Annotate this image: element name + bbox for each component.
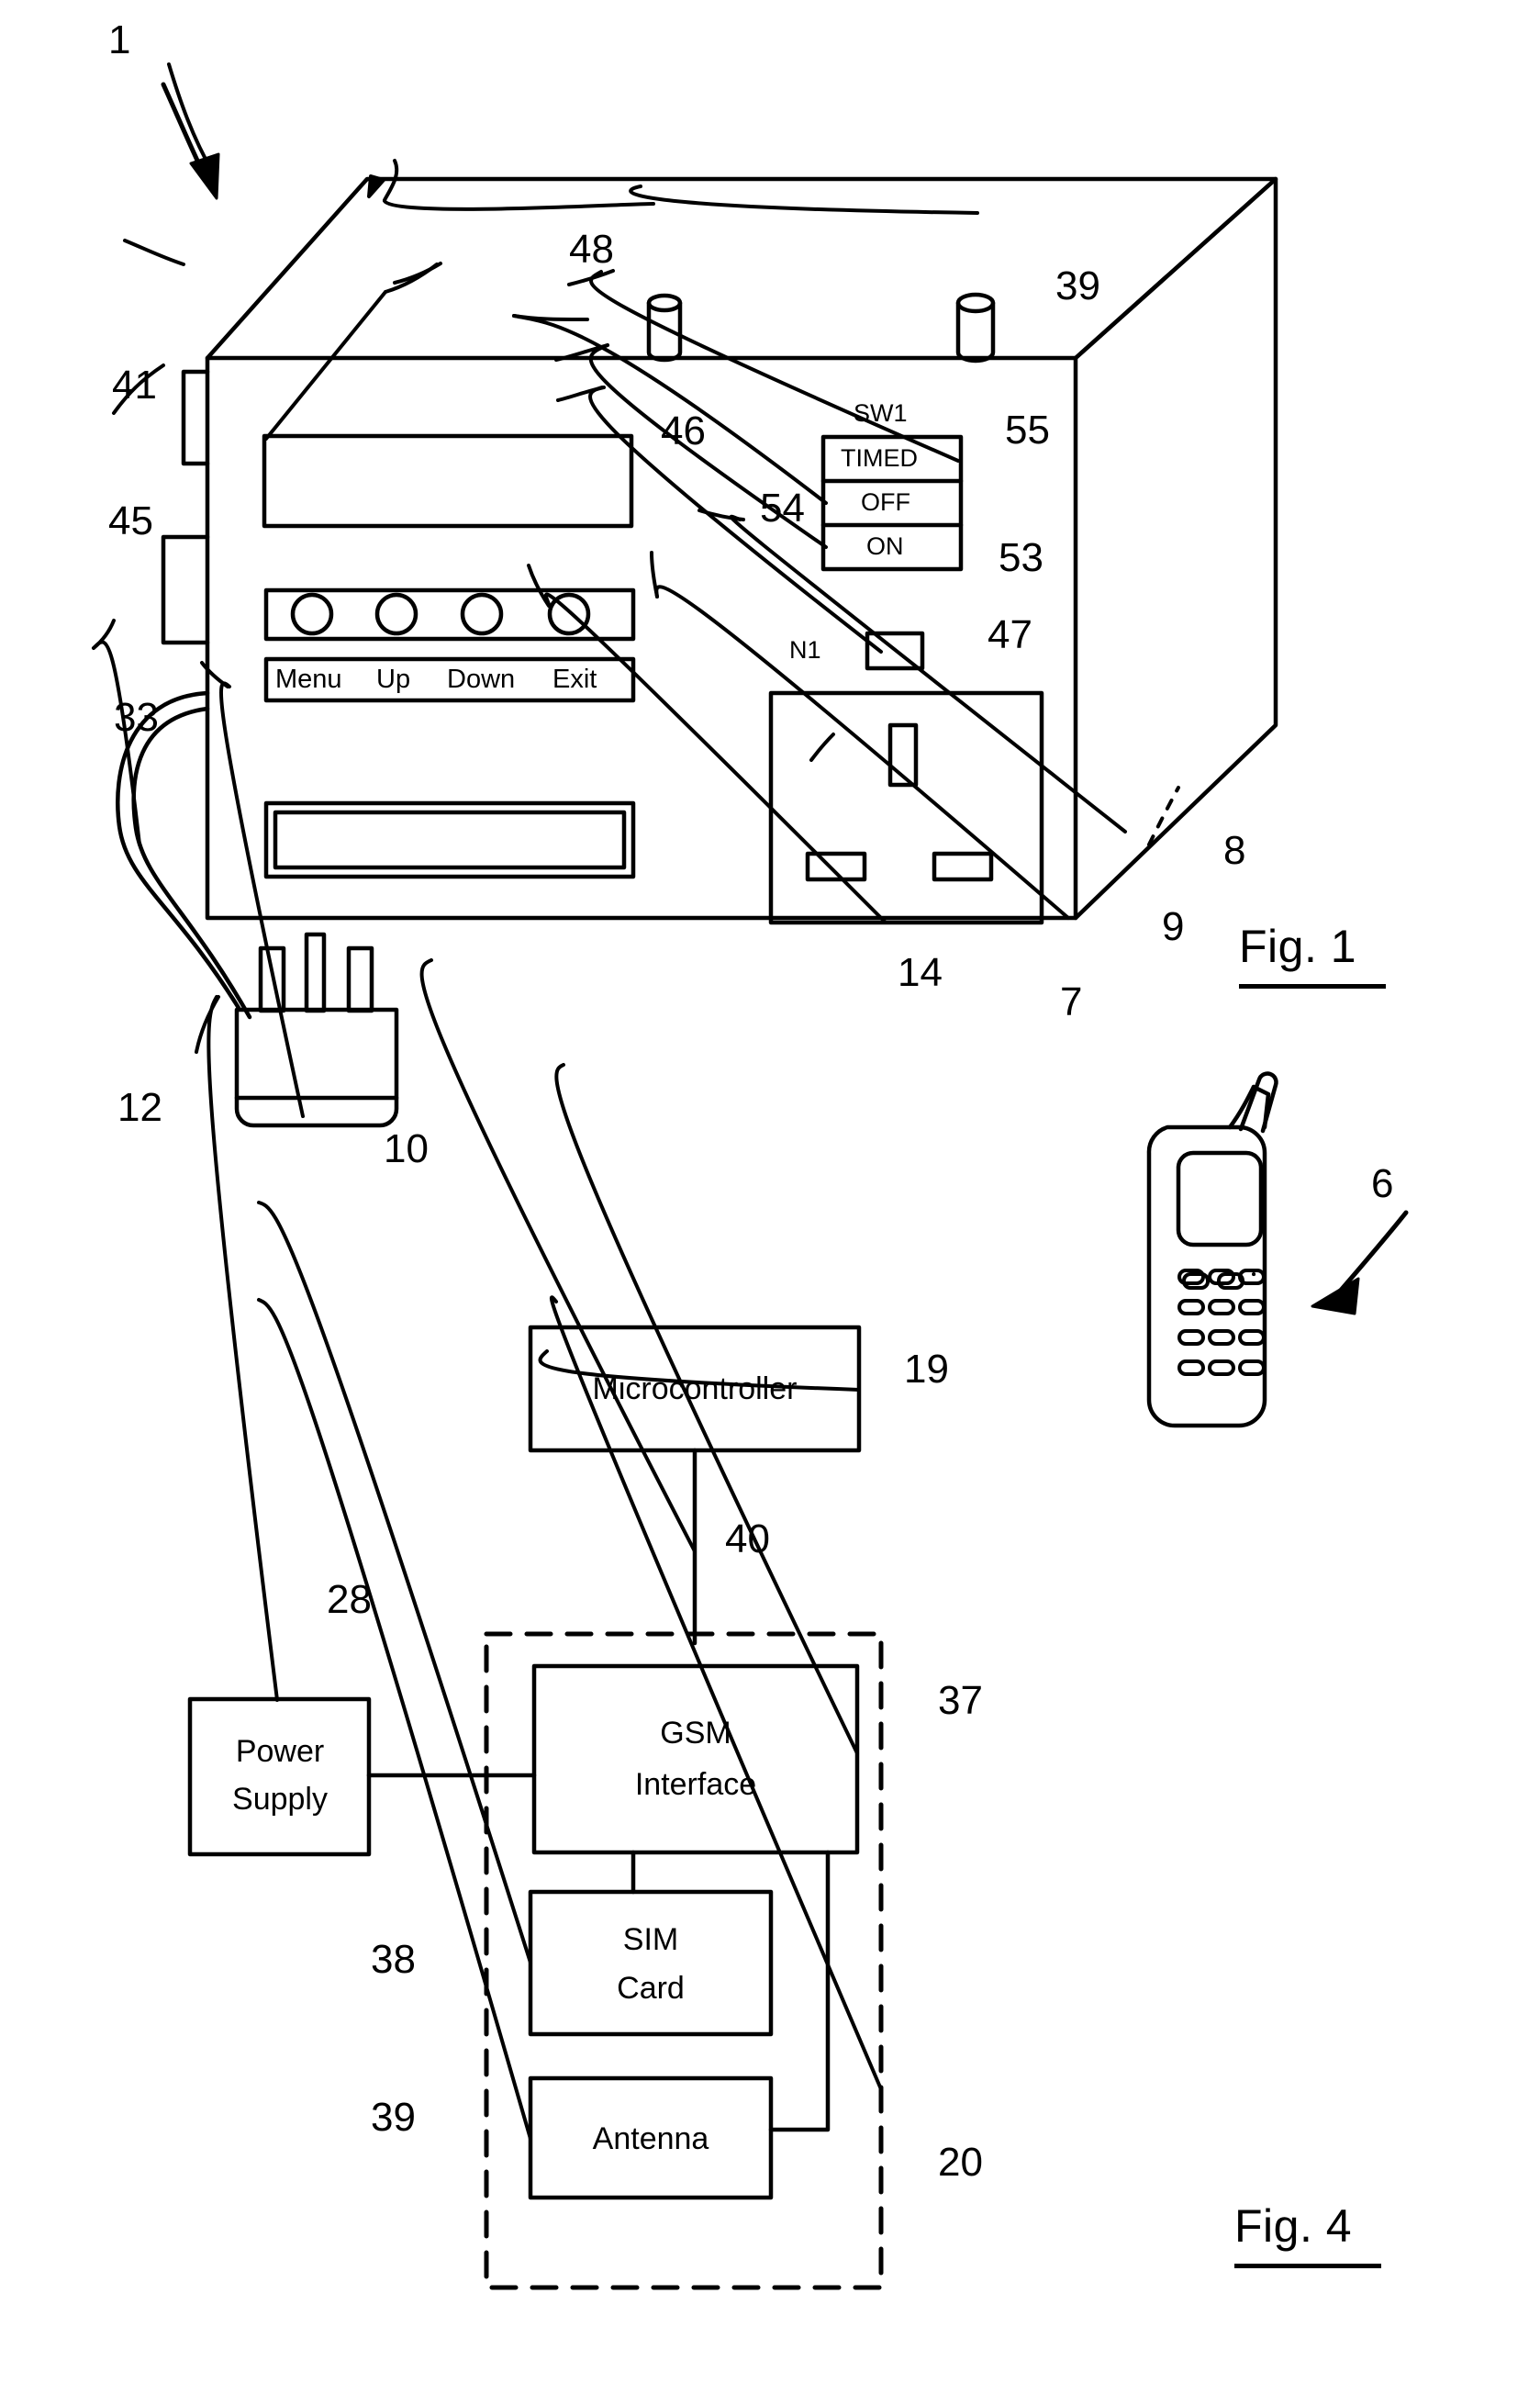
mains-cable bbox=[116, 690, 252, 1020]
keypad-key bbox=[1238, 1359, 1266, 1376]
ref-numeral-12: 12 bbox=[117, 1085, 162, 1130]
leader-lines-fig4 bbox=[195, 958, 883, 2141]
ref-numeral-7: 7 bbox=[1060, 979, 1083, 1024]
keypad-key bbox=[1208, 1359, 1235, 1376]
keypad-key bbox=[1208, 1269, 1235, 1285]
ref-numeral-39-block: 39 bbox=[371, 2095, 416, 2140]
ref-numeral-41: 41 bbox=[112, 363, 157, 408]
keypad-key bbox=[1238, 1299, 1266, 1315]
switch-position-on: ON bbox=[866, 532, 904, 560]
ref-numeral-38: 38 bbox=[371, 1937, 416, 1982]
keypad-key bbox=[1238, 1269, 1266, 1285]
figure-caption-fig1: Fig. 1 bbox=[1239, 921, 1357, 972]
housing-side-tab-upper bbox=[181, 369, 210, 466]
ref-numeral-47: 47 bbox=[988, 612, 1032, 657]
housing-side-tab-lower bbox=[161, 534, 210, 645]
block-label-gsm-interface-line1: GSM bbox=[660, 1716, 731, 1751]
block-label-sim-card-line2: Card bbox=[617, 1971, 685, 2006]
keypad-key bbox=[1208, 1299, 1235, 1315]
ref-numeral-54: 54 bbox=[760, 486, 805, 531]
switch-position-off: OFF bbox=[861, 488, 910, 516]
button-label-menu: Menu bbox=[275, 665, 342, 694]
keypad-key bbox=[1238, 1329, 1266, 1346]
block-gsm-interface bbox=[531, 1663, 860, 1855]
lower-display-outline bbox=[263, 800, 636, 879]
ref-numeral-48: 48 bbox=[569, 227, 614, 272]
block-label-gsm-interface-line2: Interface bbox=[634, 1767, 757, 1802]
mains-socket-body bbox=[768, 690, 1044, 925]
figure-caption-fig4: Fig. 4 bbox=[1234, 2200, 1353, 2252]
ref-numeral-19: 19 bbox=[904, 1347, 949, 1392]
mobile-phone-keypad-grid bbox=[1177, 1269, 1266, 1397]
aerial-stub-39 bbox=[955, 292, 996, 364]
block-label-power-supply-line1: Power bbox=[235, 1734, 325, 1769]
ref-numeral-40: 40 bbox=[725, 1516, 770, 1561]
ref-numeral-55: 55 bbox=[1005, 408, 1050, 453]
block-label-power-supply-line2: Supply bbox=[232, 1782, 328, 1817]
button-label-down: Down bbox=[447, 665, 516, 694]
ref-numeral-20: 20 bbox=[938, 2140, 983, 2185]
keypad-key bbox=[1177, 1359, 1205, 1376]
ref-numeral-28: 28 bbox=[327, 1577, 372, 1622]
block-label-microcontroller: Microcontroller bbox=[592, 1371, 798, 1406]
mobile-phone-screen bbox=[1176, 1150, 1264, 1247]
block-sim-card bbox=[528, 1889, 774, 2037]
ref-numeral-1: 1 bbox=[108, 17, 131, 62]
keypad-key bbox=[1208, 1329, 1235, 1346]
upper-display-outline bbox=[262, 433, 634, 529]
ref-numeral-33: 33 bbox=[114, 695, 159, 740]
switch-position-timed: TIMED bbox=[841, 444, 918, 472]
ref-numeral-10: 10 bbox=[384, 1126, 429, 1171]
socket-label-n1: N1 bbox=[789, 636, 821, 664]
ref-numeral-37: 37 bbox=[938, 1678, 983, 1723]
block-power-supply bbox=[187, 1696, 372, 1857]
ref-numeral-8: 8 bbox=[1223, 828, 1246, 873]
figure-caption-fig4-underline bbox=[1234, 2264, 1381, 2268]
keypad-key bbox=[1177, 1299, 1205, 1315]
ref-1-arrow bbox=[161, 82, 220, 200]
patent-drawing-sheet: Menu Up Down Exit SW1 TIMED OFF ON N1 1 … bbox=[0, 0, 1540, 2394]
button-label-exit: Exit bbox=[552, 665, 597, 694]
mains-plug-body bbox=[234, 932, 399, 1128]
ref-numeral-14: 14 bbox=[898, 950, 943, 995]
ref-numeral-45: 45 bbox=[108, 498, 153, 543]
ref-numeral-53: 53 bbox=[999, 535, 1043, 580]
ref-numeral-9: 9 bbox=[1162, 904, 1185, 949]
block-label-sim-card-line1: SIM bbox=[622, 1922, 679, 1957]
ref-6-arrow bbox=[1311, 1210, 1409, 1315]
figure-caption-fig1-underline bbox=[1239, 984, 1386, 989]
keypad-key bbox=[1177, 1269, 1205, 1285]
switch-name-sw1: SW1 bbox=[854, 399, 908, 427]
keypad-key bbox=[1177, 1329, 1205, 1346]
block-label-antenna: Antenna bbox=[592, 2121, 709, 2156]
hidden-edge-9 bbox=[1147, 786, 1180, 846]
ref-numeral-46: 46 bbox=[661, 408, 706, 453]
housing-right-face bbox=[1073, 176, 1278, 921]
button-strip-outline bbox=[263, 587, 636, 642]
button-label-up: Up bbox=[376, 665, 411, 694]
drawing-linework bbox=[92, 62, 1278, 2290]
ref-numeral-39-antenna: 39 bbox=[1055, 263, 1100, 308]
